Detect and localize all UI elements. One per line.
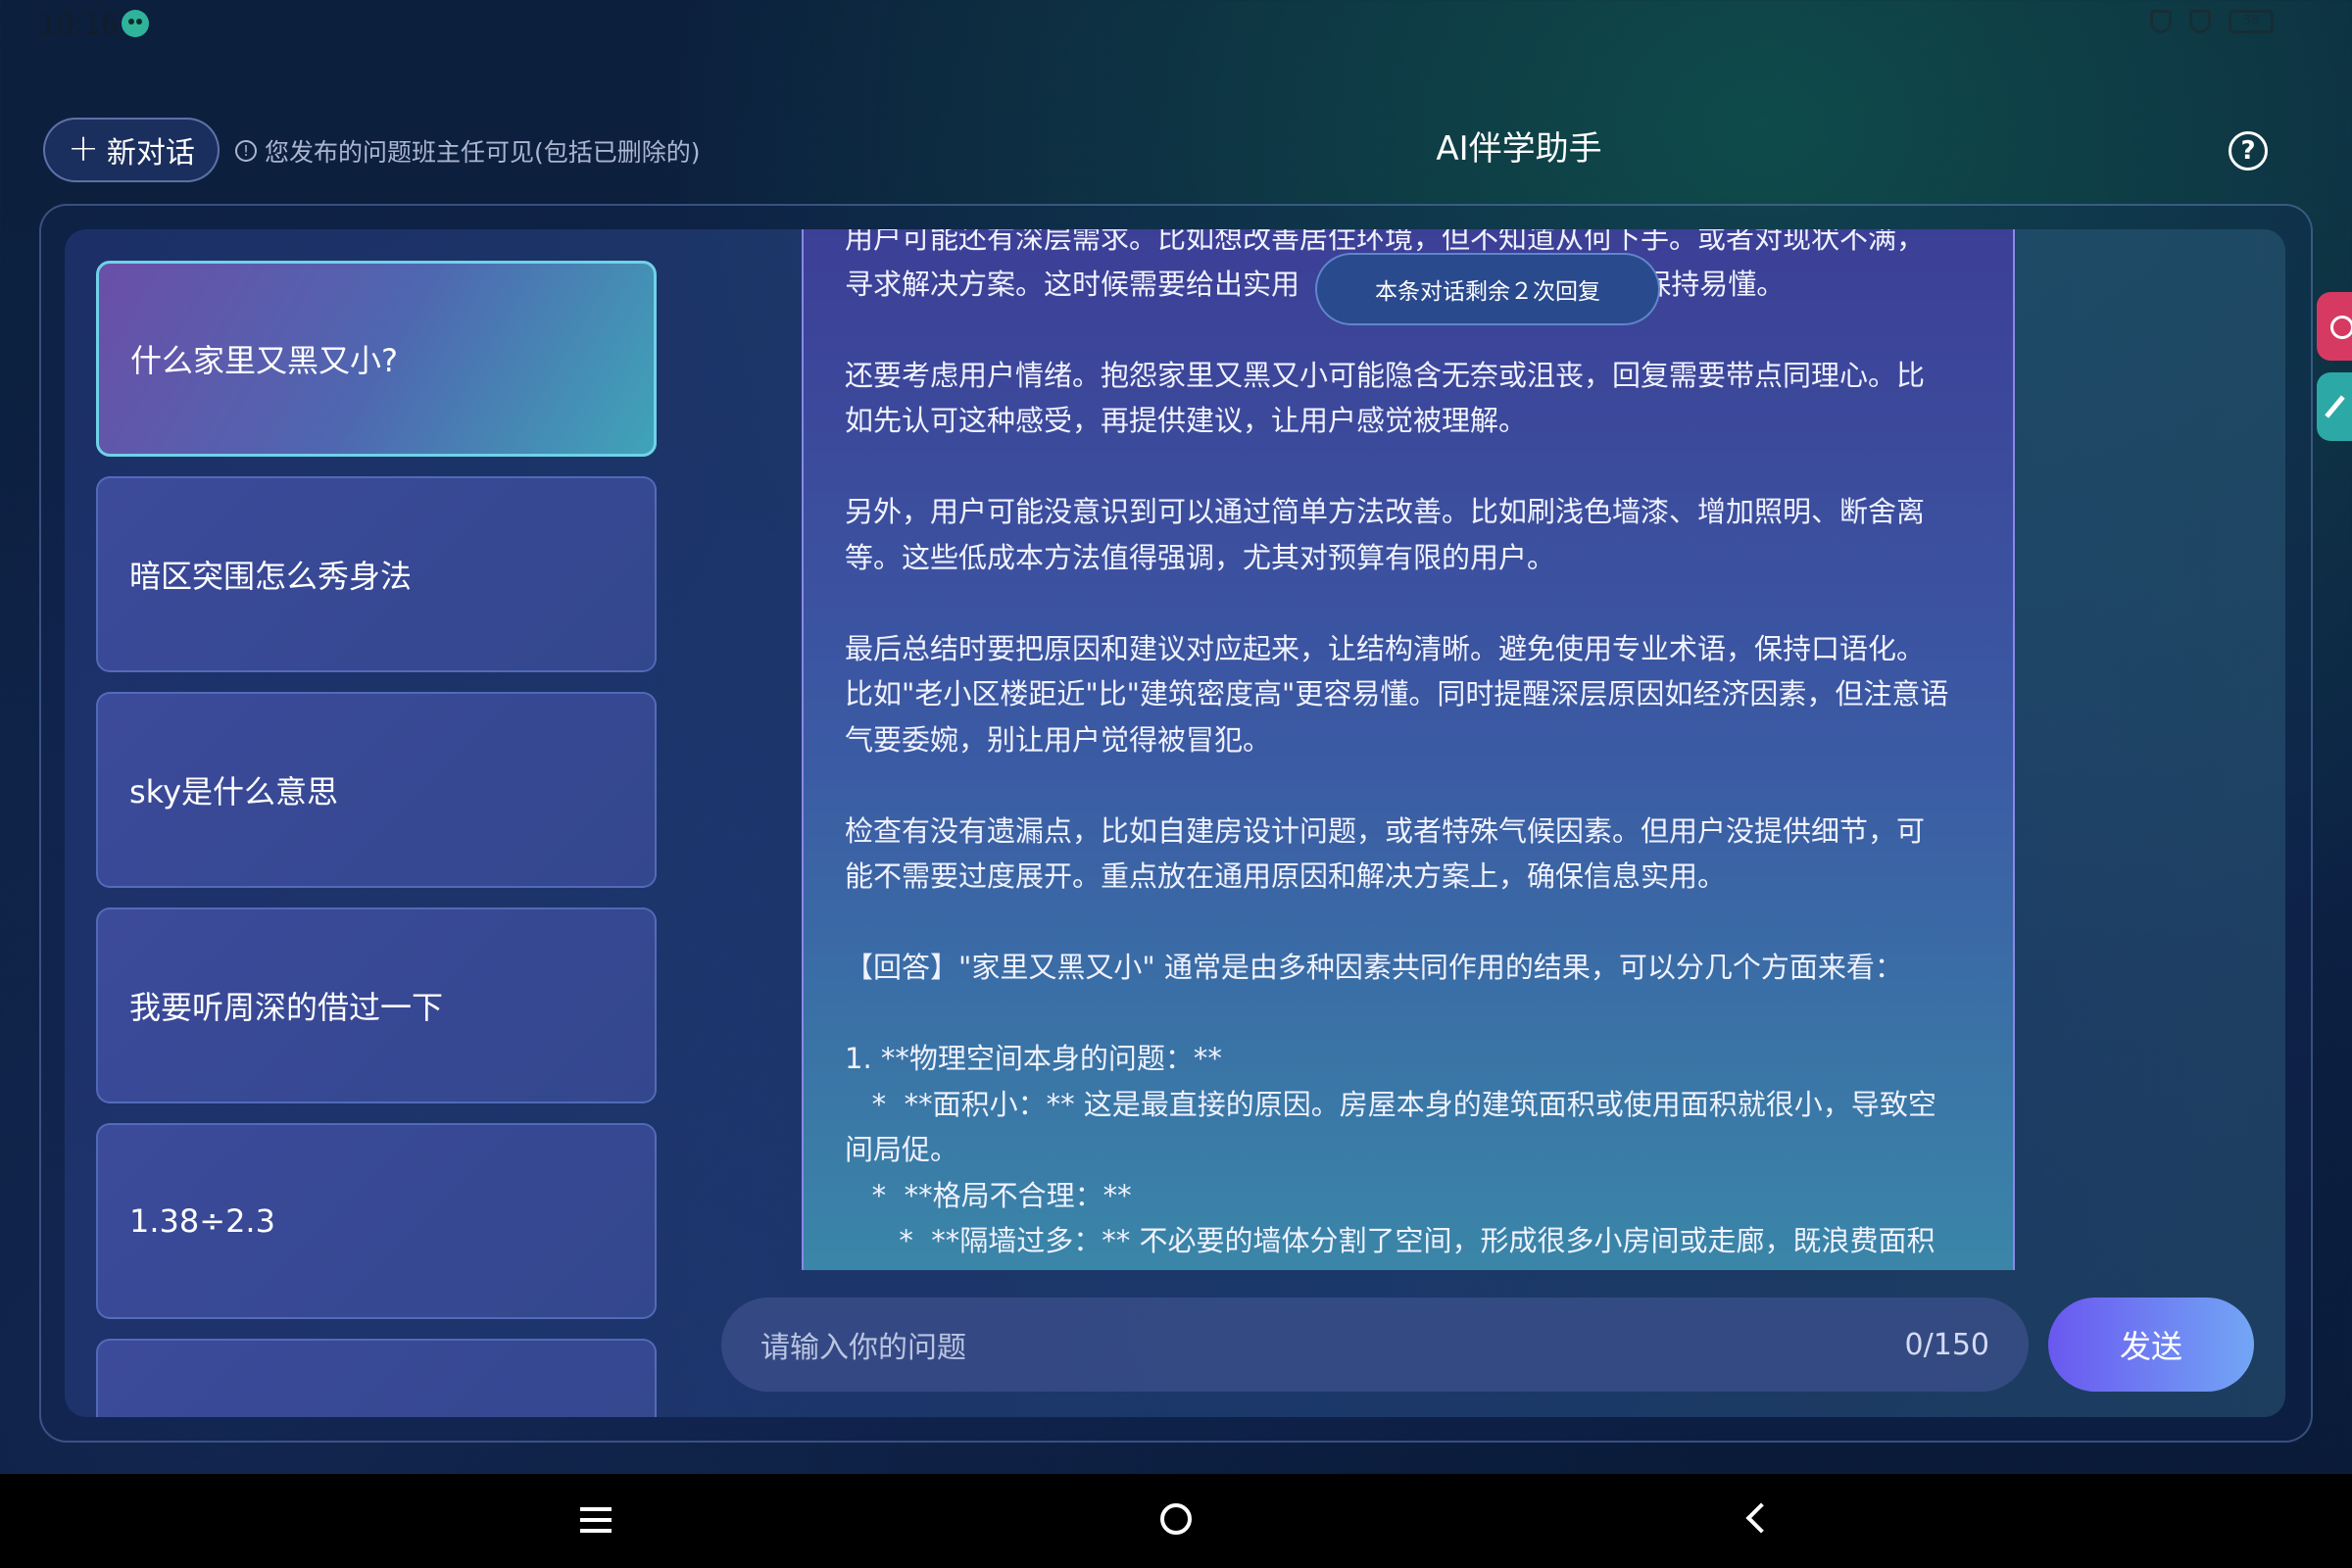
conversation-item[interactable]: sky是什么意思: [96, 692, 657, 888]
message-line: 检查有没有遗漏点，比如自建房设计问题，或者特殊气候因素。但用户没提供细节，可: [845, 813, 1926, 848]
message-line: 间局促。: [845, 1133, 959, 1166]
message-line: 还要考虑用户情绪。抱怨家里又黑又小可能隐含无奈或沮丧，回复需要带点同理心。比: [845, 358, 1926, 392]
visibility-notice: ! 您发布的问题班主任可见(包括已删除的): [235, 133, 701, 169]
message-line: [845, 762, 1982, 808]
wifi-icon: [2189, 10, 2211, 33]
char-counter: 0/150: [1904, 1327, 1989, 1362]
menu-icon[interactable]: [580, 1507, 612, 1533]
new-chat-label: 新对话: [106, 136, 195, 171]
conversation-item[interactable]: 我要听……太凶猛: [96, 1339, 657, 1417]
plus-icon: +: [68, 126, 99, 170]
app-notification-icon: [122, 10, 149, 37]
info-icon: !: [235, 140, 257, 162]
assistant-message: 用户可能还有深层需求。比如想改善居住环境，但不知道从何下手。或者对现状不满， 寻求…: [802, 229, 2015, 1270]
message-line: [845, 900, 1982, 946]
new-chat-button[interactable]: + 新对话: [43, 118, 220, 182]
record-tool-icon[interactable]: [2317, 292, 2352, 361]
conversation-item[interactable]: 什么家里又黑又小?: [96, 261, 657, 457]
status-bar: 10:16 38: [0, 0, 2352, 49]
conversation-list: 什么家里又黑又小? 暗区突围怎么秀身法 sky是什么意思 我要听周深的借过一下 1.38…: [65, 229, 688, 1417]
status-icons: 38: [2150, 10, 2274, 33]
back-icon[interactable]: [1745, 1502, 1777, 1534]
message-line: 能不需要过度展开。重点放在通用原因和解决方案上，确保信息实用。: [845, 859, 1727, 893]
message-line: 【回答】"家里又黑又小" 通常是由多种因素共同作用的结果，可以分几个方面来看：: [845, 951, 1903, 984]
message-line: 另外，用户可能没意识到可以通过简单方法改善。比如刷浅色墙漆、增加照明、断舍离: [845, 495, 1926, 528]
page-title: AI伴学助手: [1436, 129, 1602, 169]
message-line: 等。这些低成本方法值得强调，尤其对预算有限的用户。: [845, 540, 1556, 574]
remaining-replies-badge: 本条对话剩余２次回复: [1315, 253, 1660, 325]
system-nav-bar: [0, 1474, 2352, 1568]
message-line: 比如"老小区楼距近"比"建筑密度高"更容易懂。同时提醒深层原因如经济因素，但注意…: [845, 677, 1949, 710]
message-line: * **隔墙过多：** 不必要的墙体分割了空间，形成很多小房间或走廊，既浪费面积: [845, 1224, 1936, 1257]
message-line: [845, 444, 1982, 490]
send-button[interactable]: 发送: [2048, 1298, 2254, 1392]
chat-area: 用户可能还有深层需求。比如想改善居住环境，但不知道从何下手。或者对现状不满， 寻求…: [688, 229, 2285, 1270]
conversation-item[interactable]: 暗区突围怎么秀身法: [96, 476, 657, 672]
message-line: [845, 580, 1982, 626]
help-icon[interactable]: ?: [2229, 131, 2268, 171]
conversation-item[interactable]: 1.38÷2.3: [96, 1123, 657, 1319]
visibility-notice-text: 您发布的问题班主任可见(包括已删除的): [265, 138, 701, 167]
question-input[interactable]: 请输入你的问题 0/150: [721, 1298, 2029, 1392]
message-line: 如先认可这种感受，再提供建议，让用户感觉被理解。: [845, 404, 1528, 437]
message-line: [845, 991, 1982, 1037]
floating-tools: [2313, 284, 2352, 451]
bluetooth-icon: [2150, 10, 2172, 33]
message-line: * **面积小：** 这是最直接的原因。房屋本身的建筑面积或使用面积就很小，导致…: [845, 1087, 1936, 1121]
message-line: 1. **物理空间本身的问题：**: [845, 1042, 1222, 1075]
content-panel: 什么家里又黑又小? 暗区突围怎么秀身法 sky是什么意思 我要听周深的借过一下 1.38…: [65, 229, 2285, 1417]
question-input-placeholder: 请输入你的问题: [760, 1331, 966, 1365]
message-line: 气要委婉，别让用户觉得被冒犯。: [845, 722, 1272, 757]
message-body: 用户可能还有深层需求。比如想改善居住环境，但不知道从何下手。或者对现状不满， 寻求…: [845, 229, 1982, 1264]
home-icon[interactable]: [1160, 1503, 1192, 1535]
battery-icon: 38: [2229, 10, 2274, 33]
conversation-item[interactable]: 我要听周深的借过一下: [96, 907, 657, 1103]
message-line: * **格局不合理：**: [845, 1178, 1132, 1212]
message-line: 最后总结时要把原因和建议对应起来，让结构清晰。避免使用专业术语，保持口语化。: [845, 631, 1926, 665]
pen-tool-icon[interactable]: [2317, 372, 2352, 441]
status-time: 10:16: [39, 8, 119, 40]
